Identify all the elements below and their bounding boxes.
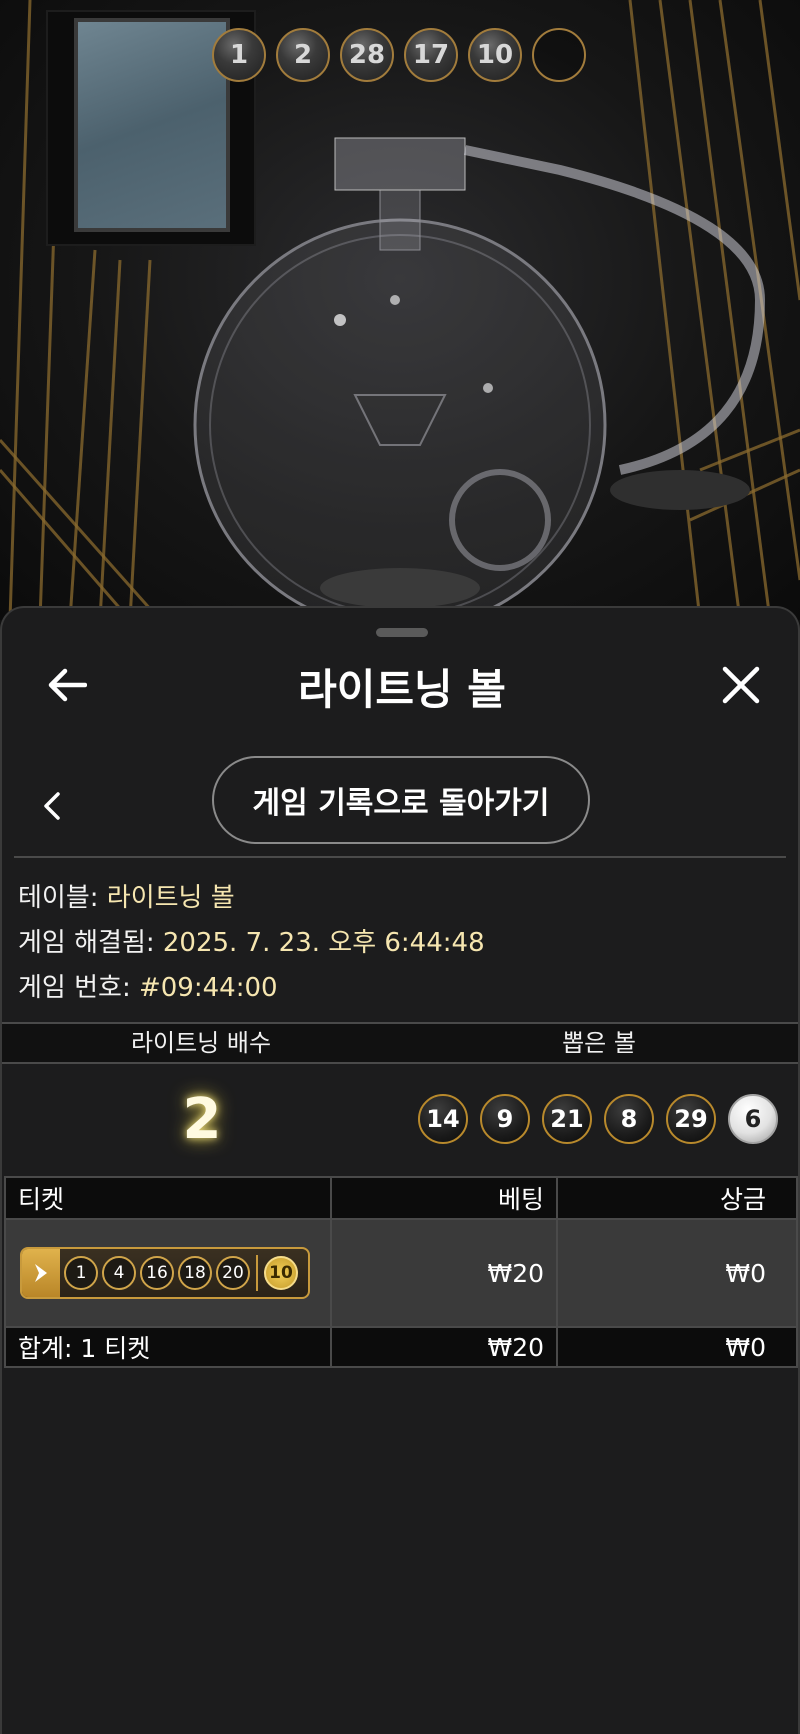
ticket-numbers: 1 4 16 18 20 10 [60, 1255, 298, 1291]
prize-col-header: 상금 [556, 1176, 798, 1220]
lightning-ball: 6 [728, 1094, 778, 1144]
resolved-value: 2025. 7. 23. 오후 6:44:48 [162, 928, 485, 958]
result-ball: 21 [542, 1094, 592, 1144]
game-number-label: 게임 번호: [18, 973, 131, 1003]
drawn-balls-strip: 1 2 28 17 10 [212, 28, 586, 82]
wall-picture [74, 18, 230, 232]
game-number-value: #09:44:00 [138, 973, 278, 1003]
result-header: 라이트닝 배수 뽑은 볼 [2, 1022, 798, 1064]
drawn-ball: 1 [212, 28, 266, 82]
result-body: 2 14 9 21 8 29 6 [2, 1064, 798, 1174]
close-icon [722, 666, 760, 704]
bet-col-header: 베팅 [330, 1176, 558, 1220]
total-row: 합계: 1 티켓 ₩20 ₩0 [4, 1326, 798, 1368]
previous-game-button[interactable] [32, 778, 72, 834]
ticket: 1 4 16 18 20 10 [20, 1247, 310, 1299]
table-label: 테이블: [18, 883, 99, 913]
result-ball: 14 [418, 1094, 468, 1144]
lightning-multiplier: 2 [182, 1086, 222, 1152]
tickets-table: 티켓 베팅 상금 1 4 16 18 20 10 ₩20 ₩0 합계: 1 티켓… [4, 1176, 798, 1368]
ticket-number: 16 [140, 1256, 174, 1290]
back-to-history-button[interactable]: 게임 기록으로 돌아가기 [212, 756, 590, 844]
tickets-header: 티켓 베팅 상금 [4, 1176, 798, 1220]
result-ball: 8 [604, 1094, 654, 1144]
ticket-col-header: 티켓 [4, 1176, 332, 1220]
table-row: 1 4 16 18 20 10 ₩20 ₩0 [4, 1218, 798, 1328]
total-bet: ₩20 [330, 1326, 558, 1368]
ticket-number: 18 [178, 1256, 212, 1290]
page-title: 라이트닝 볼 [298, 665, 506, 714]
sheet-drag-handle[interactable] [376, 628, 428, 637]
drawn-ball: 17 [404, 28, 458, 82]
result-table: 라이트닝 배수 뽑은 볼 2 14 9 21 8 29 6 [2, 1022, 798, 1174]
ticket-cell: 1 4 16 18 20 10 [4, 1218, 332, 1328]
result-balls: 14 9 21 8 29 6 [402, 1094, 798, 1144]
drawn-ball: 10 [468, 28, 522, 82]
result-ball: 9 [480, 1094, 530, 1144]
lightning-tag-icon [22, 1249, 60, 1297]
close-button[interactable] [716, 660, 766, 710]
ticket-number: 20 [216, 1256, 250, 1290]
multiplier-header: 라이트닝 배수 [130, 1029, 272, 1057]
game-info: 테이블: 라이트닝 볼 게임 해결됨: 2025. 7. 23. 오후 6:44… [18, 876, 485, 1011]
game-history-sheet: 라이트닝 볼 게임 기록으로 돌아가기 테이블: 라이트닝 볼 게임 해결됨: … [0, 606, 800, 1734]
total-label: 합계: 1 티켓 [4, 1326, 332, 1368]
game-number-row: 게임 번호: #09:44:00 [18, 966, 485, 1011]
live-video-scene: 1 2 28 17 10 [0, 0, 800, 620]
divider [14, 856, 786, 858]
drawn-ball-empty [532, 28, 586, 82]
ticket-number: 1 [64, 1256, 98, 1290]
back-button[interactable] [42, 660, 92, 710]
chevron-left-icon [44, 792, 60, 820]
ticket-bonus-number: 10 [264, 1256, 298, 1290]
ticket-separator [256, 1255, 258, 1291]
table-value: 라이트닝 볼 [106, 883, 235, 913]
back-arrow-icon [48, 668, 87, 702]
drawn-ball: 2 [276, 28, 330, 82]
resolved-label: 게임 해결됨: [18, 928, 155, 958]
prize-cell: ₩0 [556, 1218, 798, 1328]
drawn-balls-header: 뽑은 볼 [562, 1029, 636, 1057]
table-row: 테이블: 라이트닝 볼 [18, 876, 485, 921]
total-prize: ₩0 [556, 1326, 798, 1368]
ticket-number: 4 [102, 1256, 136, 1290]
drawn-ball: 28 [340, 28, 394, 82]
resolved-row: 게임 해결됨: 2025. 7. 23. 오후 6:44:48 [18, 921, 485, 966]
result-ball: 29 [666, 1094, 716, 1144]
bet-cell: ₩20 [330, 1218, 558, 1328]
